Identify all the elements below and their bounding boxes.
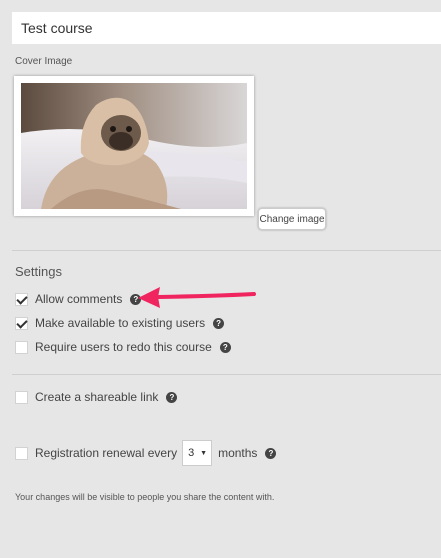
shareable-link-label: Create a shareable link bbox=[35, 390, 159, 404]
existing-users-row: Make available to existing users ? bbox=[15, 316, 225, 330]
redo-course-label: Require users to redo this course bbox=[35, 340, 212, 354]
cover-image-frame bbox=[14, 76, 254, 216]
divider bbox=[12, 250, 441, 251]
change-image-button[interactable]: Change image bbox=[258, 208, 326, 230]
divider bbox=[12, 374, 441, 375]
help-icon[interactable]: ? bbox=[166, 391, 178, 403]
course-title-input[interactable] bbox=[12, 12, 441, 44]
registration-renewal-label: Registration renewal every bbox=[35, 446, 178, 460]
cover-image-label: Cover Image bbox=[15, 56, 73, 67]
settings-heading: Settings bbox=[15, 264, 62, 279]
shareable-link-row: Create a shareable link ? bbox=[15, 390, 178, 404]
registration-renewal-row: Registration renewal every 3 ▼ months ? bbox=[15, 440, 277, 466]
help-icon[interactable]: ? bbox=[213, 317, 225, 329]
existing-users-label: Make available to existing users bbox=[35, 316, 206, 330]
allow-comments-row: Allow comments ? bbox=[15, 292, 142, 306]
annotation-arrow-icon bbox=[138, 287, 256, 308]
renewal-unit-label: months bbox=[218, 446, 258, 460]
allow-comments-checkbox[interactable] bbox=[15, 292, 28, 306]
redo-course-checkbox[interactable] bbox=[15, 340, 28, 354]
help-icon[interactable]: ? bbox=[219, 341, 231, 353]
chevron-down-icon: ▼ bbox=[200, 449, 208, 457]
existing-users-checkbox[interactable] bbox=[15, 316, 28, 330]
visibility-note: Your changes will be visible to people y… bbox=[15, 492, 275, 502]
allow-comments-label: Allow comments bbox=[35, 292, 123, 306]
renewal-period-select[interactable]: 3 ▼ bbox=[182, 440, 213, 466]
redo-course-row: Require users to redo this course ? bbox=[15, 340, 231, 354]
help-icon[interactable]: ? bbox=[265, 447, 277, 459]
shareable-link-checkbox[interactable] bbox=[15, 390, 28, 404]
cover-image bbox=[21, 83, 247, 209]
registration-renewal-checkbox[interactable] bbox=[15, 446, 28, 460]
renewal-period-value: 3 bbox=[188, 447, 195, 459]
